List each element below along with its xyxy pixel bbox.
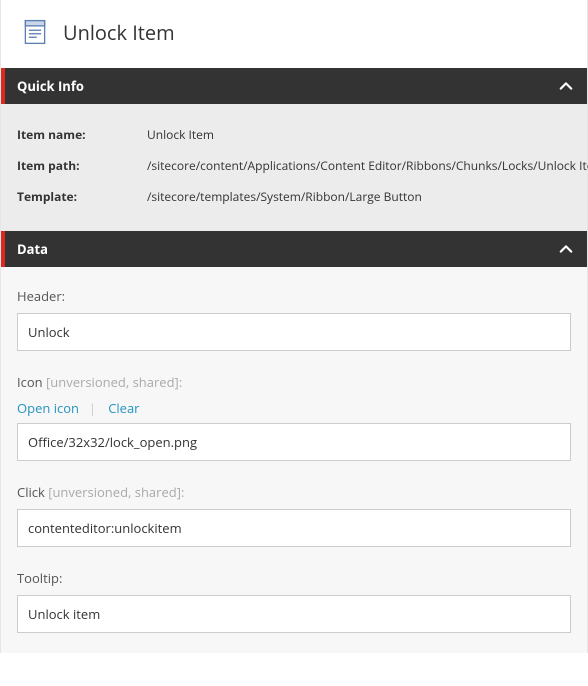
info-value-path: /sitecore/content/Applications/Content E… <box>147 157 588 174</box>
field-header-label: Header: <box>17 287 571 305</box>
data-header-label: Data <box>17 240 48 258</box>
action-separator: | <box>89 399 98 417</box>
quick-info-body: Item name: Unlock Item Item path: /sitec… <box>1 104 587 231</box>
field-icon: Icon [unversioned, shared]: Open icon|Cl… <box>17 373 571 461</box>
data-header[interactable]: Data <box>1 231 587 267</box>
info-row-name: Item name: Unlock Item <box>17 126 571 143</box>
open-icon-link[interactable]: Open icon <box>17 399 89 417</box>
field-header-input[interactable] <box>17 313 571 351</box>
quick-info-header[interactable]: Quick Info <box>1 68 587 104</box>
field-tooltip: Tooltip: <box>17 569 571 633</box>
field-tooltip-label: Tooltip: <box>17 569 571 587</box>
field-icon-hint: [unversioned, shared]: <box>43 373 183 391</box>
field-tooltip-input[interactable] <box>17 595 571 633</box>
field-icon-input[interactable] <box>17 423 571 461</box>
info-value-template: /sitecore/templates/System/Ribbon/Large … <box>147 188 422 205</box>
clear-icon-link[interactable]: Clear <box>98 399 139 417</box>
field-click-hint: [unversioned, shared]: <box>45 483 185 501</box>
info-label-name: Item name: <box>17 126 147 143</box>
field-click: Click [unversioned, shared]: <box>17 483 571 547</box>
title-bar: Unlock Item <box>1 0 587 68</box>
data-body: Header: Icon [unversioned, shared]: Open… <box>1 267 587 653</box>
field-icon-label: Icon <box>17 373 43 391</box>
field-header: Header: <box>17 287 571 351</box>
document-icon <box>21 18 49 46</box>
field-click-input[interactable] <box>17 509 571 547</box>
page-title: Unlock Item <box>63 19 175 46</box>
info-row-template: Template: /sitecore/templates/System/Rib… <box>17 188 571 205</box>
info-label-path: Item path: <box>17 157 147 174</box>
info-label-template: Template: <box>17 188 147 205</box>
chevron-up-icon <box>559 79 573 93</box>
info-row-path: Item path: /sitecore/content/Application… <box>17 157 571 174</box>
quick-info-header-label: Quick Info <box>17 77 84 95</box>
chevron-up-icon <box>559 242 573 256</box>
info-value-name: Unlock Item <box>147 126 214 143</box>
field-click-label: Click <box>17 483 45 501</box>
field-icon-actions: Open icon|Clear <box>17 399 571 417</box>
